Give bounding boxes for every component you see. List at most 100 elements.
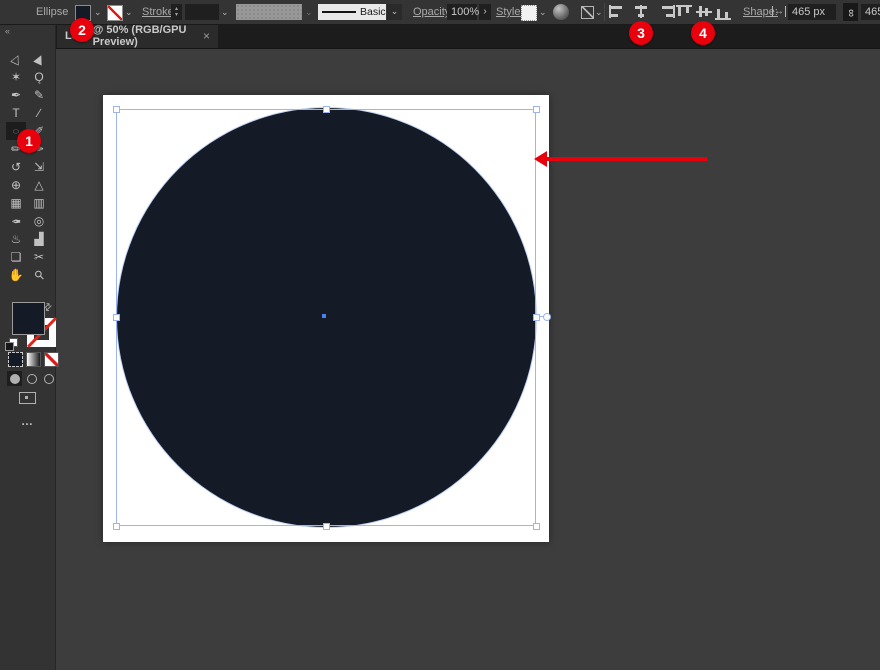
blend-tool[interactable]: ◎ — [30, 213, 48, 229]
none-button[interactable] — [44, 352, 59, 367]
horizontal-align-right-icon[interactable] — [657, 5, 675, 18]
magic-wand-tool[interactable]: ✶ — [7, 69, 25, 85]
fill-swatch-indicator[interactable] — [12, 302, 45, 335]
artboard-tool-icon: ❏ — [11, 250, 22, 264]
vertical-align-top-icon[interactable] — [676, 5, 692, 20]
stroke-color-swatch[interactable] — [107, 5, 123, 21]
chevron-down-icon[interactable] — [595, 7, 603, 18]
pen-tool[interactable]: ✒ — [7, 87, 25, 103]
opacity-expand-button[interactable]: › — [479, 4, 491, 20]
shape-center-point[interactable] — [322, 314, 326, 318]
artboard-tool[interactable]: ❏ — [7, 249, 25, 265]
control-bar: Ellipse Stroke: ▴▾ Basic ⌄ Opacity: 100%… — [0, 0, 880, 25]
annotation-arrow-head-icon — [534, 151, 547, 167]
draw-inside-mode-button[interactable] — [41, 371, 56, 386]
zoom-tool[interactable]: ⚲ — [30, 267, 48, 283]
rotate-tool[interactable]: ↺ — [7, 159, 25, 175]
brush-stroke-preview — [322, 11, 356, 13]
variable-width-profile-dropdown — [236, 4, 302, 20]
collapse-panel-icon[interactable]: « — [5, 26, 9, 36]
horizontal-align-center-icon[interactable] — [633, 5, 649, 18]
chevron-down-icon[interactable] — [539, 7, 547, 18]
opacity-field[interactable]: 100% — [447, 4, 477, 20]
color-button[interactable] — [8, 352, 23, 367]
selection-handle[interactable] — [113, 523, 120, 530]
symbol-sprayer-tool-icon: ♨ — [11, 232, 22, 246]
stroke-weight-stepper[interactable]: ▴▾ — [171, 4, 182, 20]
edit-toolbar-button[interactable]: … — [0, 414, 55, 428]
stepper-down-icon: ▾ — [175, 12, 178, 18]
horizontal-align-left-icon[interactable] — [609, 5, 627, 18]
free-transform-tool-icon: ⇲ — [34, 160, 44, 174]
brush-definition-dropdown[interactable]: Basic — [318, 4, 386, 20]
link-dimensions-icon[interactable]: ∞ — [843, 3, 858, 21]
shape-height-field[interactable]: 465 — [861, 4, 880, 20]
annotation-badge-3: 3 — [629, 21, 653, 45]
shape-builder-tool[interactable]: ⊕ — [7, 177, 25, 193]
line-segment-tool-icon: ∕ — [38, 106, 40, 120]
vertical-align-bottom-icon[interactable] — [715, 5, 731, 20]
divider — [604, 3, 605, 21]
vertical-align-center-icon[interactable] — [696, 5, 712, 18]
brush-name: Basic — [360, 6, 386, 18]
close-icon[interactable]: × — [203, 29, 210, 43]
draw-behind-mode-button[interactable] — [24, 371, 39, 386]
chevron-down-icon[interactable] — [221, 7, 229, 18]
line-segment-tool[interactable]: ∕ — [30, 105, 48, 121]
hand-tool-icon: ✋ — [9, 268, 24, 282]
shape-builder-tool-icon: ⊕ — [11, 178, 21, 192]
gradient-tool-icon: ▥ — [33, 196, 44, 210]
eyedropper-tool-icon: ✒ — [11, 214, 21, 228]
selection-handle[interactable] — [113, 314, 120, 321]
selection-tool[interactable]: ▷ — [7, 51, 25, 67]
select-similar-options-icon[interactable] — [581, 6, 594, 19]
zoom-tool-icon: ⚲ — [31, 267, 47, 283]
chevron-down-icon[interactable] — [94, 7, 102, 18]
direct-selection-tool[interactable]: ▶ — [30, 51, 48, 67]
mesh-tool[interactable]: ▦ — [7, 195, 25, 211]
change-screen-mode-icon[interactable] — [19, 392, 36, 404]
symbol-sprayer-tool[interactable]: ♨ — [7, 231, 25, 247]
tools-panel: « ▷▶✶Ǫ✒✎T∕◌✐✏✑↺⇲⊕△▦▥✒◎♨▟❏✂✋⚲ ⇄ … — [0, 24, 56, 670]
default-fill-stroke-icon[interactable] — [5, 338, 17, 350]
selection-handle[interactable] — [323, 523, 330, 530]
style-label-link[interactable]: Style: — [496, 6, 524, 18]
style-swatch[interactable] — [521, 5, 537, 21]
perspective-grid-tool[interactable]: △ — [30, 177, 48, 193]
align-button-group — [609, 5, 739, 19]
shape-widget-handle[interactable] — [543, 313, 551, 321]
hand-tool[interactable]: ✋ — [7, 267, 25, 283]
draw-normal-mode-button[interactable] — [7, 371, 22, 386]
annotation-badge-1: 1 — [17, 129, 41, 153]
annotation-badge-2: 2 — [70, 18, 94, 42]
eyedropper-tool[interactable]: ✒ — [7, 213, 25, 229]
lasso-tool[interactable]: Ǫ — [30, 69, 48, 85]
shape-width-field[interactable]: 465 px — [788, 4, 836, 20]
chevron-down-icon[interactable] — [125, 7, 133, 18]
recolor-artwork-icon[interactable] — [553, 4, 569, 20]
selection-handle[interactable] — [533, 106, 540, 113]
direct-selection-tool-icon: ▶ — [31, 52, 48, 66]
stroke-weight-field[interactable] — [185, 4, 219, 20]
width-dimension-icon: ↔ — [772, 6, 786, 17]
document-tab-bar: Lo @ 50% (RGB/GPU Preview) × — [55, 24, 880, 49]
type-tool[interactable]: T — [7, 105, 25, 121]
curvature-tool[interactable]: ✎ — [30, 87, 48, 103]
pen-tool-icon: ✒ — [11, 88, 21, 102]
free-transform-tool[interactable]: ⇲ — [30, 159, 48, 175]
rotate-tool-icon: ↺ — [11, 160, 21, 174]
gradient-tool[interactable]: ▥ — [30, 195, 48, 211]
chevron-down-icon[interactable]: ⌄ — [387, 4, 402, 20]
slice-tool[interactable]: ✂ — [30, 249, 48, 265]
selection-handle[interactable] — [113, 106, 120, 113]
artboard[interactable] — [103, 95, 549, 542]
column-graph-tool[interactable]: ▟ — [30, 231, 48, 247]
type-tool-icon: T — [12, 106, 19, 120]
canvas-area[interactable] — [55, 48, 880, 670]
selection-handle[interactable] — [323, 106, 330, 113]
gradient-button[interactable] — [26, 352, 41, 367]
selection-handle[interactable] — [533, 523, 540, 530]
slice-tool-icon: ✂ — [34, 250, 44, 264]
magic-wand-tool-icon: ✶ — [11, 70, 21, 84]
curvature-tool-icon: ✎ — [34, 88, 44, 102]
